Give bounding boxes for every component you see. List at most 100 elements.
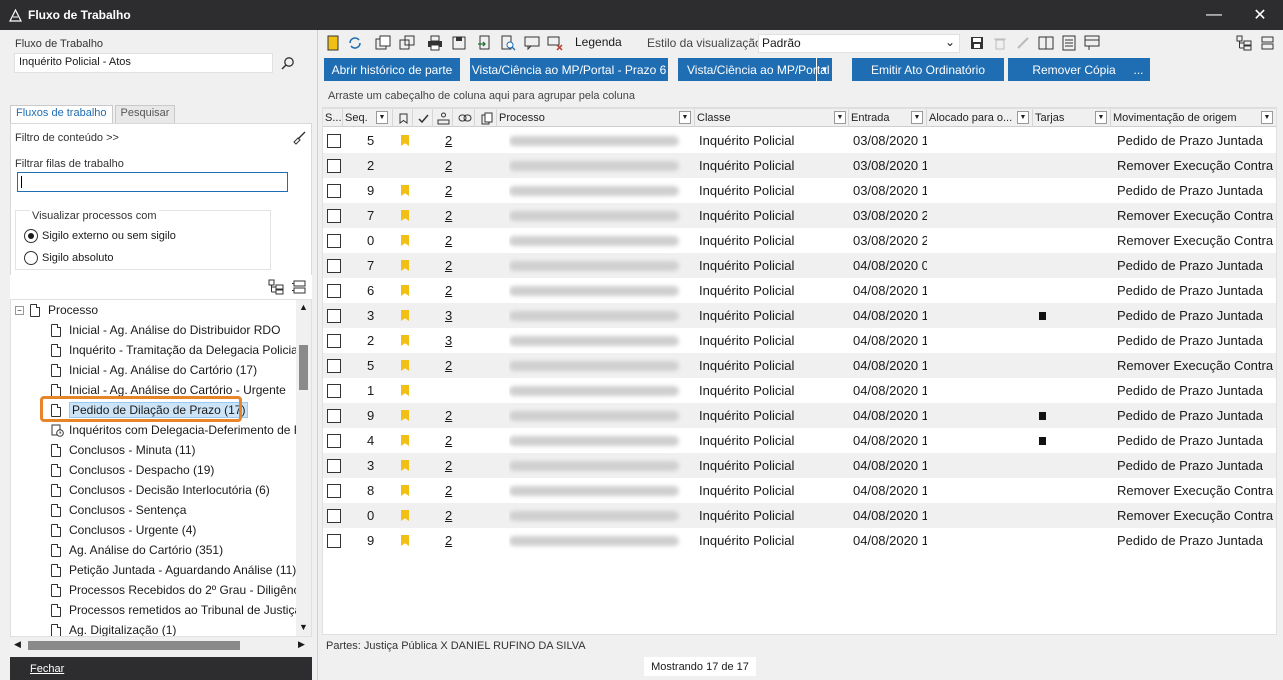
row-checkbox[interactable] xyxy=(327,433,341,448)
dropdown-arrow-icon[interactable]: ▼ xyxy=(816,58,832,81)
collapse-tree-icon[interactable] xyxy=(1258,34,1276,52)
row-checkbox[interactable] xyxy=(327,358,341,373)
document-export-icon[interactable] xyxy=(476,34,494,52)
scroll-right-icon[interactable]: ▶ xyxy=(298,639,305,650)
link-cell[interactable]: 3 xyxy=(445,303,459,328)
scroll-thumb[interactable] xyxy=(28,641,240,650)
table-row[interactable]: 2 2 Inquérito Policial 03/08/2020 1 Remover … xyxy=(323,153,1276,178)
col-check[interactable] xyxy=(413,109,433,127)
trash-icon[interactable] xyxy=(991,34,1009,52)
table-row[interactable]: 5 2 Inquérito Policial 04/08/2020 1 Remover … xyxy=(323,353,1276,378)
row-checkbox[interactable] xyxy=(327,483,341,498)
row-checkbox[interactable] xyxy=(327,533,341,548)
link-cell[interactable] xyxy=(445,378,459,403)
remover-copia-button[interactable]: Remover Cópia xyxy=(1008,58,1140,81)
tree-item[interactable]: Conclusos - Sentença xyxy=(51,500,186,520)
tree-item[interactable]: Inicial - Ag. Análise do Cartório (17) xyxy=(51,360,257,380)
legenda-button[interactable]: Legenda xyxy=(575,35,622,49)
tree-horizontal-scrollbar[interactable]: ◀ ▶ xyxy=(10,637,312,654)
group-by-hint[interactable]: Arraste um cabeçalho de coluna aqui para… xyxy=(322,85,1277,108)
link-cell[interactable]: 2 xyxy=(445,228,459,253)
layout-icon[interactable] xyxy=(1083,34,1101,52)
link-cell[interactable]: 2 xyxy=(445,253,459,278)
filter-dropdown-icon[interactable]: ▼ xyxy=(1261,111,1273,124)
row-checkbox[interactable] xyxy=(327,283,341,298)
minimize-button[interactable]: — xyxy=(1191,0,1237,30)
bookmark-icon[interactable] xyxy=(324,34,342,52)
link-cell[interactable]: 2 xyxy=(445,353,459,378)
duplicate-icon[interactable] xyxy=(398,34,416,52)
tree-item[interactable]: Conclusos - Decisão Interlocutória (6) xyxy=(51,480,270,500)
tree-item[interactable]: Inicial - Ag. Análise do Distribuidor RD… xyxy=(51,320,280,340)
row-link[interactable]: 2 xyxy=(445,183,452,198)
link-cell[interactable]: 2 xyxy=(445,203,459,228)
row-checkbox[interactable] xyxy=(327,158,341,173)
row-checkbox[interactable] xyxy=(327,383,341,398)
row-link[interactable]: 2 xyxy=(445,358,452,373)
emitir-ato-button[interactable]: Emitir Ato Ordinatório xyxy=(852,58,1004,81)
radio-sigilo-absoluto[interactable] xyxy=(24,251,38,265)
expand-tree-icon[interactable] xyxy=(268,279,284,298)
table-row[interactable]: 9 2 Inquérito Policial 04/08/2020 1 Pedido d… xyxy=(323,528,1276,553)
row-link[interactable]: 2 xyxy=(445,508,452,523)
row-checkbox[interactable] xyxy=(327,133,341,148)
row-checkbox[interactable] xyxy=(327,233,341,248)
col-movimentacao[interactable]: Movimentação de origem ▼ xyxy=(1111,109,1276,127)
filter-dropdown-icon[interactable]: ▼ xyxy=(1017,111,1029,124)
link-cell[interactable]: 2 xyxy=(445,453,459,478)
tree-item[interactable]: Processos Recebidos do 2º Grau - Diligên… xyxy=(51,580,302,600)
link-cell[interactable]: 3 xyxy=(445,328,459,353)
row-link[interactable]: 2 xyxy=(445,258,452,273)
link-cell[interactable]: 2 xyxy=(445,403,459,428)
link-cell[interactable]: 2 xyxy=(445,478,459,503)
filter-dropdown-icon[interactable]: ▼ xyxy=(911,111,923,124)
row-link[interactable]: 2 xyxy=(445,158,452,173)
document-search-icon[interactable] xyxy=(499,34,517,52)
row-link[interactable]: 2 xyxy=(445,283,452,298)
table-row[interactable]: 3 3 Inquérito Policial 04/08/2020 1 Pedido d… xyxy=(323,303,1276,328)
table-row[interactable]: 9 2 Inquérito Policial 03/08/2020 1 Pedido d… xyxy=(323,178,1276,203)
print-icon[interactable] xyxy=(426,34,444,52)
row-link[interactable]: 2 xyxy=(445,133,452,148)
row-checkbox[interactable] xyxy=(327,408,341,423)
row-checkbox[interactable] xyxy=(327,458,341,473)
filter-dropdown-icon[interactable]: ▼ xyxy=(679,111,691,124)
tree-item[interactable]: Ag. Digitalização (1) xyxy=(51,620,176,636)
fechar-button[interactable]: Fechar xyxy=(10,657,312,680)
row-link[interactable]: 2 xyxy=(445,483,452,498)
row-link[interactable]: 3 xyxy=(445,333,452,348)
link-cell[interactable]: 2 xyxy=(445,528,459,553)
vista-ciencia-prazo-button[interactable]: Vista/Ciência ao MP/Portal - Prazo 6 xyxy=(470,58,668,81)
save-icon[interactable] xyxy=(968,34,986,52)
estilo-select[interactable]: Padrão ⌄ xyxy=(758,34,960,53)
link-cell[interactable]: 2 xyxy=(445,278,459,303)
col-hierarchy[interactable] xyxy=(433,109,453,127)
columns-icon[interactable] xyxy=(1037,34,1055,52)
link-cell[interactable]: 2 xyxy=(445,178,459,203)
tab-pesquisar[interactable]: Pesquisar xyxy=(114,105,176,123)
row-checkbox[interactable] xyxy=(327,208,341,223)
row-link[interactable]: 2 xyxy=(445,408,452,423)
tree-item[interactable]: Inquérito - Tramitação da Delegacia Poli… xyxy=(51,340,300,360)
scroll-left-icon[interactable]: ◀ xyxy=(14,639,21,650)
col-attach[interactable] xyxy=(475,109,497,127)
brush-icon[interactable] xyxy=(291,130,307,149)
row-link[interactable]: 2 xyxy=(445,458,452,473)
tree-item[interactable]: Conclusos - Urgente (4) xyxy=(51,520,196,540)
col-flag[interactable] xyxy=(393,109,413,127)
close-window-button[interactable]: ✕ xyxy=(1237,0,1283,30)
radio-sigilo-externo[interactable] xyxy=(24,229,38,243)
table-row[interactable]: 5 2 Inquérito Policial 03/08/2020 1 Pedido d… xyxy=(323,128,1276,153)
vista-ciencia-button[interactable]: Vista/Ciência ao MP/Portal ▼ xyxy=(678,58,832,81)
filtrar-input[interactable] xyxy=(17,172,288,192)
collapse-tree-icon[interactable] xyxy=(291,279,307,298)
row-link[interactable]: 3 xyxy=(445,308,452,323)
fluxo-input[interactable]: Inquérito Policial - Atos xyxy=(14,53,273,73)
tree-item[interactable]: Conclusos - Despacho (19) xyxy=(51,460,214,480)
table-row[interactable]: 7 2 Inquérito Policial 04/08/2020 0 Pedido d… xyxy=(323,253,1276,278)
tree-vertical-scrollbar[interactable]: ▲ ▼ xyxy=(296,300,311,636)
comment-icon[interactable] xyxy=(523,34,541,52)
table-row[interactable]: 3 2 Inquérito Policial 04/08/2020 1 Pedido d… xyxy=(323,453,1276,478)
table-row[interactable]: 7 2 Inquérito Policial 03/08/2020 2 Remover … xyxy=(323,203,1276,228)
filter-dropdown-icon[interactable]: ▼ xyxy=(1095,111,1107,124)
